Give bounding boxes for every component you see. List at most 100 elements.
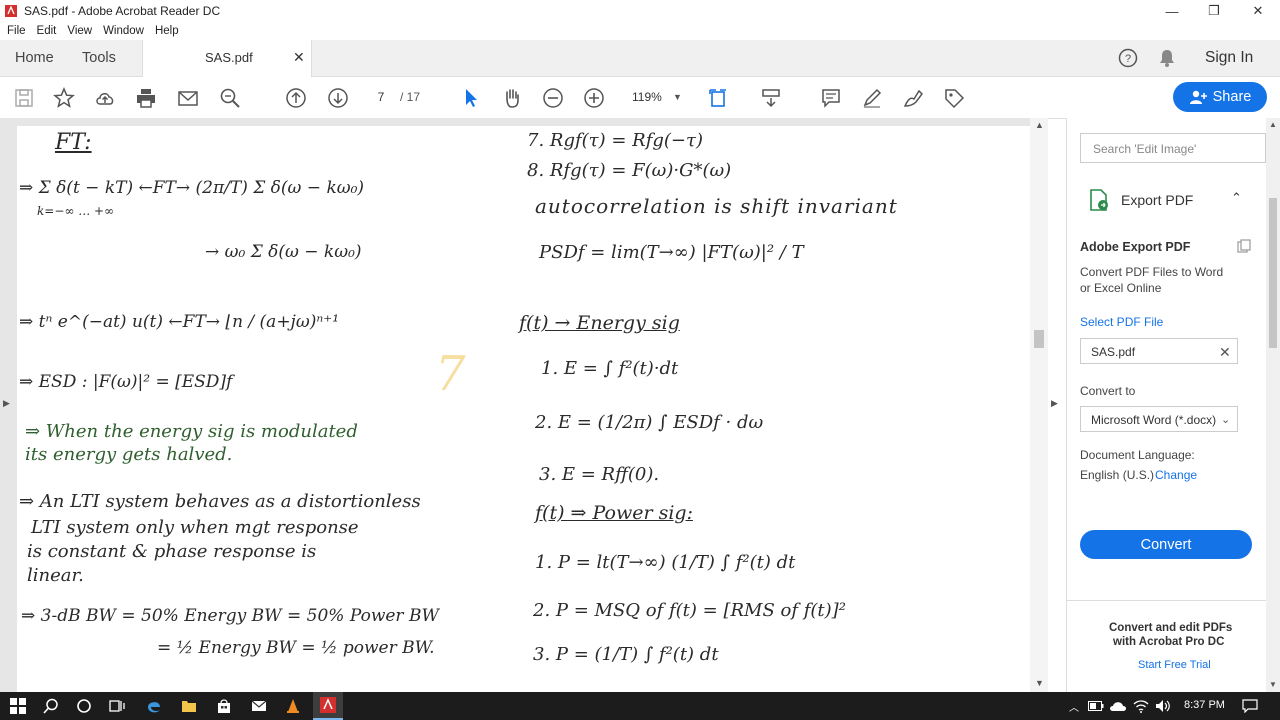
collapse-chevron-icon[interactable]: ⌃ <box>1231 190 1242 206</box>
close-window-button[interactable]: ✕ <box>1236 0 1280 22</box>
comment-button[interactable] <box>818 85 844 111</box>
handwritten-line: ⇒ When the energy sig is modulated <box>25 421 358 442</box>
cortana-icon[interactable] <box>74 696 94 716</box>
right-panel-toggle-icon[interactable]: ▶ <box>1051 398 1058 409</box>
convert-format-dropdown[interactable]: Microsoft Word (*.docx) ⌄ <box>1080 406 1238 432</box>
selected-file-name: SAS.pdf <box>1091 345 1136 359</box>
handwritten-line: linear. <box>27 565 84 586</box>
left-panel-toggle-icon[interactable]: ▶ <box>3 398 10 409</box>
page-count: / 17 <box>400 90 421 104</box>
document-scrollbar[interactable]: ▲ ▼ <box>1030 118 1048 692</box>
scroll-down-icon[interactable]: ▼ <box>1035 678 1044 688</box>
plus-circle-icon <box>584 88 604 108</box>
tab-tools[interactable]: Tools <box>82 40 116 76</box>
page-layout-button[interactable] <box>706 85 732 111</box>
scrolling-icon <box>762 89 780 108</box>
select-tool-button[interactable] <box>458 85 484 111</box>
battery-icon[interactable] <box>1086 696 1106 716</box>
cursor-arrow-icon <box>466 89 477 107</box>
system-clock[interactable]: 8:37 PM <box>1184 699 1225 711</box>
scroll-up-icon[interactable]: ▲ <box>1269 120 1277 129</box>
scroll-mode-button[interactable] <box>758 85 784 111</box>
bell-icon[interactable] <box>1158 48 1176 68</box>
tab-home[interactable]: Home <box>15 40 54 76</box>
tag-icon <box>945 89 965 109</box>
pen-icon <box>863 88 882 108</box>
handwritten-line: 2. P = MSQ of f(t) = [RMS of f(t)]² <box>533 600 846 621</box>
share-button[interactable]: Share <box>1173 82 1267 112</box>
bookmark-button[interactable] <box>51 85 77 111</box>
select-pdf-label[interactable]: Select PDF File <box>1080 315 1163 329</box>
wifi-icon[interactable] <box>1131 696 1151 716</box>
close-tab-icon[interactable]: ✕ <box>293 49 305 66</box>
clear-file-icon[interactable]: ✕ <box>1219 339 1231 365</box>
start-free-trial-link[interactable]: Start Free Trial <box>1138 659 1211 671</box>
change-language-link[interactable]: Change <box>1155 468 1197 482</box>
scrollbar-thumb[interactable] <box>1034 330 1044 348</box>
save-button[interactable] <box>11 85 37 111</box>
help-icon[interactable]: ? <box>1118 48 1138 68</box>
task-view-icon[interactable] <box>107 696 127 716</box>
selected-file-field[interactable]: SAS.pdf ✕ <box>1080 338 1238 364</box>
volume-icon[interactable] <box>1153 696 1173 716</box>
mail-app-icon[interactable] <box>249 696 269 716</box>
windows-start-icon[interactable] <box>8 696 28 716</box>
handwritten-line: ⇒ Σ δ(t − kT) ←FT→ (2π/T) Σ δ(ω − kω₀) <box>19 178 365 198</box>
menu-edit[interactable]: Edit <box>37 25 57 37</box>
edge-browser-icon[interactable] <box>144 696 164 716</box>
hand-icon <box>506 89 519 108</box>
maximize-button[interactable]: ❐ <box>1192 0 1236 22</box>
fill-sign-button[interactable] <box>900 85 926 111</box>
vlc-icon[interactable] <box>283 696 303 716</box>
tools-pane: Search 'Edit Image' Export PDF ⌃ Adobe E… <box>1066 118 1267 692</box>
onedrive-icon[interactable] <box>1108 696 1128 716</box>
next-page-button[interactable] <box>325 85 351 111</box>
copy-icon[interactable] <box>1237 239 1251 253</box>
tools-pane-scrollbar[interactable]: ▲ ▼ <box>1266 118 1280 692</box>
zoom-in-button[interactable] <box>581 85 607 111</box>
zoom-level-dropdown[interactable]: 119% ▼ <box>623 86 687 108</box>
handwritten-line: → ω₀ Σ δ(ω − kω₀) <box>205 242 362 262</box>
menu-file[interactable]: File <box>7 25 26 37</box>
tab-document[interactable]: SAS.pdf ✕ <box>142 40 312 77</box>
find-button[interactable] <box>217 85 243 111</box>
acrobat-taskbar-button[interactable] <box>313 692 343 720</box>
tab-document-label: SAS.pdf <box>205 50 253 65</box>
minimize-button[interactable]: — <box>1150 0 1194 22</box>
handwritten-line: f(t) ⇒ Power sig: <box>535 502 693 524</box>
tool-search-input[interactable]: Search 'Edit Image' <box>1080 133 1266 163</box>
more-tools-button[interactable] <box>941 85 967 111</box>
hand-tool-button[interactable] <box>499 85 525 111</box>
handwritten-line: FT: <box>55 130 92 155</box>
store-icon[interactable] <box>214 696 234 716</box>
menu-help[interactable]: Help <box>155 25 179 37</box>
sign-in-link[interactable]: Sign In <box>1205 40 1253 76</box>
mail-icon <box>178 91 198 106</box>
file-explorer-icon[interactable] <box>179 696 199 716</box>
menu-window[interactable]: Window <box>103 25 144 37</box>
comment-icon <box>822 89 840 108</box>
toolbar: 7 / 17 119% ▼ <box>0 77 1280 119</box>
menu-view[interactable]: View <box>67 25 92 37</box>
email-button[interactable] <box>175 85 201 111</box>
handwritten-line: k=−∞ … +∞ <box>37 204 115 218</box>
scroll-up-icon[interactable]: ▲ <box>1035 120 1044 130</box>
highlight-button[interactable] <box>859 85 885 111</box>
upload-button[interactable] <box>92 85 118 111</box>
notification-center-icon[interactable] <box>1240 696 1260 716</box>
scrollbar-thumb[interactable] <box>1269 198 1277 348</box>
divider <box>1067 600 1267 601</box>
scroll-down-icon[interactable]: ▼ <box>1269 680 1277 689</box>
search-icon[interactable] <box>41 696 61 716</box>
convert-format-value: Microsoft Word (*.docx) <box>1091 413 1217 427</box>
tray-overflow-icon[interactable]: ︿ <box>1064 696 1084 716</box>
page-number-input[interactable]: 7 <box>366 87 396 107</box>
print-button[interactable] <box>133 85 159 111</box>
handwritten-line: autocorrelation is shift invariant <box>535 194 898 218</box>
handwritten-line: ⇒ An LTI system behaves as a distortionl… <box>19 491 421 512</box>
previous-page-button[interactable] <box>283 85 309 111</box>
export-pdf-title[interactable]: Export PDF <box>1121 192 1193 208</box>
zoom-level-value: 119% <box>632 90 662 104</box>
zoom-out-button[interactable] <box>540 85 566 111</box>
convert-button[interactable]: Convert <box>1080 530 1252 559</box>
